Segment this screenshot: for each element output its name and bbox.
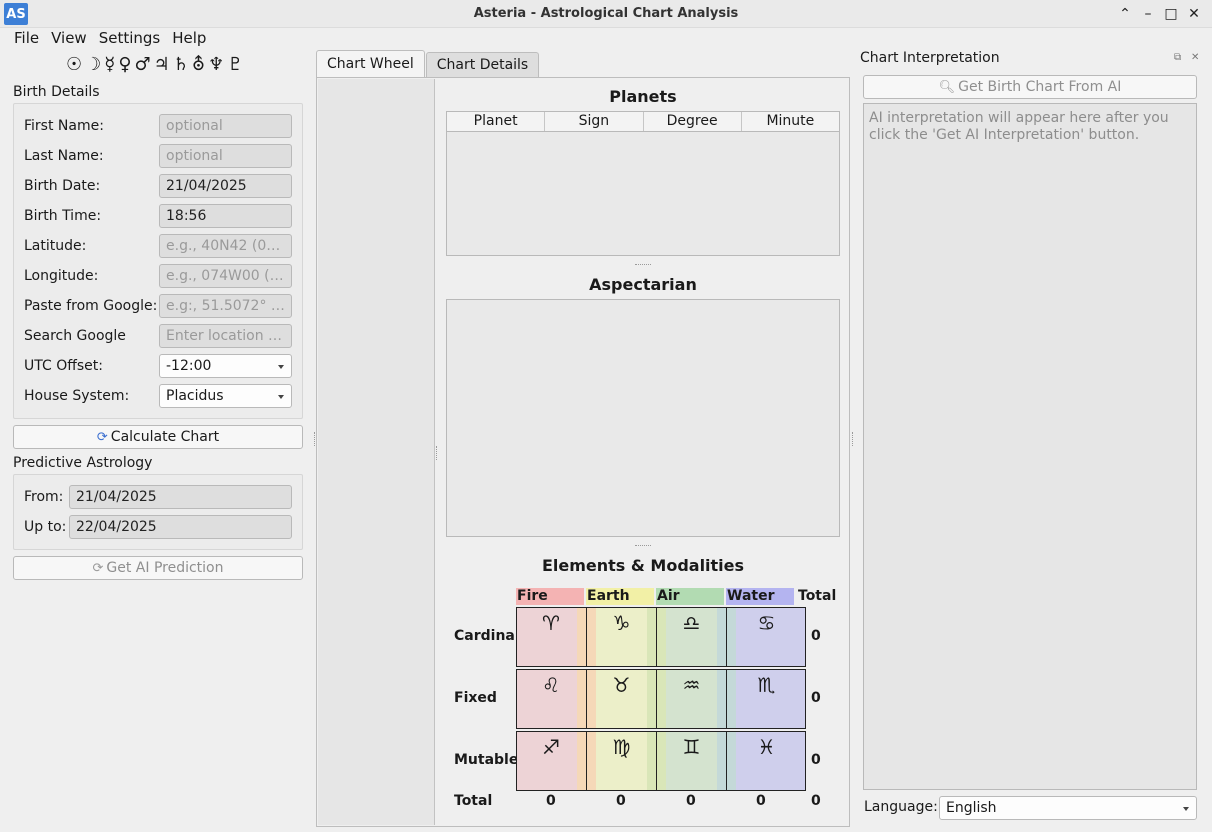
mutable-label: Mutable <box>454 752 519 768</box>
planet-glyphs: ☉☽☿♀♂♃♄⛢♆♇ <box>66 54 247 75</box>
earth-header: Earth <box>586 588 654 605</box>
search-google-label: Search Google <box>24 328 126 344</box>
shade-button[interactable]: ⌃ <box>1114 3 1136 25</box>
aspectarian-title: Aspectarian <box>589 275 697 294</box>
cardinal-total: 0 <box>811 628 821 644</box>
upto-label: Up to: <box>24 519 67 535</box>
interpretation-text-area[interactable]: AI interpretation will appear here after… <box>863 103 1197 790</box>
menu-file[interactable]: File <box>8 28 45 50</box>
first-name-label: First Name: <box>24 118 104 134</box>
house-system-select[interactable]: Placidus <box>159 384 292 408</box>
water-total: 0 <box>756 793 766 809</box>
paste-google-input[interactable]: e.g:, 51.5072° N... <box>159 294 292 318</box>
air-total: 0 <box>686 793 696 809</box>
menu-settings[interactable]: Settings <box>93 28 167 50</box>
planets-splitter-handle[interactable] <box>635 264 651 266</box>
latitude-input[interactable]: e.g., 40N42 (0-9... <box>159 234 292 258</box>
chevron-down-icon <box>278 365 284 369</box>
minimize-button[interactable]: – <box>1137 3 1159 25</box>
planets-title: Planets <box>609 87 677 106</box>
title-bar: AS Asteria - Astrological Chart Analysis… <box>0 0 1212 28</box>
birth-time-label: Birth Time: <box>24 208 102 224</box>
fire-header: Fire <box>516 588 584 605</box>
right-splitter-handle[interactable] <box>852 432 855 446</box>
latitude-label: Latitude: <box>24 238 87 254</box>
first-name-input[interactable]: optional <box>159 114 292 138</box>
utc-offset-select[interactable]: -12:00 <box>159 354 292 378</box>
planets-table: Planet Sign Degree Minute <box>446 111 840 256</box>
elements-title: Elements & Modalities <box>541 556 745 575</box>
aspectarian-grid <box>446 299 840 537</box>
window-title: Asteria - Astrological Chart Analysis <box>473 6 739 21</box>
column-header-degree[interactable]: Degree <box>644 112 742 131</box>
menu-bar: File View Settings Help <box>0 28 1212 50</box>
upto-date-input[interactable]: 22/04/2025 <box>69 515 292 539</box>
last-name-label: Last Name: <box>24 148 104 164</box>
total-header: Total <box>798 588 837 604</box>
air-header: Air <box>656 588 724 605</box>
fire-total: 0 <box>546 793 556 809</box>
last-name-input[interactable]: optional <box>159 144 292 168</box>
longitude-input[interactable]: e.g., 074W00 (0-... <box>159 264 292 288</box>
menu-view[interactable]: View <box>45 28 93 50</box>
float-dock-icon[interactable]: ⧉ <box>1174 52 1181 63</box>
mutable-row-border <box>516 731 806 791</box>
from-label: From: <box>24 489 64 505</box>
tab-chart-details[interactable]: Chart Details <box>425 52 540 78</box>
cardinal-label: Cardinal <box>454 628 520 644</box>
chevron-down-icon <box>1183 807 1189 811</box>
longitude-label: Longitude: <box>24 268 99 284</box>
column-header-sign[interactable]: Sign <box>545 112 644 131</box>
cardinal-row-border <box>516 607 806 667</box>
ai-prediction-button[interactable]: ⟳ Get AI Prediction <box>13 556 303 580</box>
birth-date-input[interactable]: 21/04/2025 <box>159 174 292 198</box>
tab-chart-wheel[interactable]: Chart Wheel <box>316 50 425 79</box>
birth-date-label: Birth Date: <box>24 178 101 194</box>
fixed-row-border <box>516 669 806 729</box>
maximize-button[interactable]: □ <box>1160 3 1182 25</box>
planets-table-header: Planet Sign Degree Minute <box>447 112 839 132</box>
fixed-total: 0 <box>811 690 821 706</box>
predictive-title: Predictive Astrology <box>13 455 153 471</box>
close-dock-icon[interactable]: ✕ <box>1191 52 1199 63</box>
menu-help[interactable]: Help <box>166 28 212 50</box>
calculate-chart-button[interactable]: ⟳ Calculate Chart <box>13 425 303 449</box>
birth-time-input[interactable]: 18:56 <box>159 204 292 228</box>
get-birth-chart-ai-button[interactable]: 🔍︎ Get Birth Chart From AI <box>863 75 1197 99</box>
search-icon: 🔍︎ <box>938 79 956 95</box>
wheel-splitter-handle[interactable] <box>436 446 439 460</box>
interpretation-title: Chart Interpretation <box>860 50 1000 66</box>
column-header-minute[interactable]: Minute <box>742 112 839 131</box>
water-header: Water <box>726 588 794 605</box>
close-button[interactable]: ✕ <box>1183 3 1205 25</box>
utc-offset-label: UTC Offset: <box>24 358 103 374</box>
earth-total: 0 <box>616 793 626 809</box>
chart-wheel-area <box>318 79 435 825</box>
aspectarian-splitter-handle[interactable] <box>635 545 651 547</box>
totals-label: Total <box>454 793 493 809</box>
refresh-icon: ⟳ <box>96 429 108 445</box>
grand-total: 0 <box>811 793 821 809</box>
search-google-input[interactable]: Enter location a... <box>159 324 292 348</box>
column-header-planet[interactable]: Planet <box>447 112 546 131</box>
language-select[interactable]: English <box>939 796 1197 820</box>
language-label: Language: <box>864 799 938 815</box>
from-date-input[interactable]: 21/04/2025 <box>69 485 292 509</box>
chevron-down-icon <box>278 395 284 399</box>
fixed-label: Fixed <box>454 690 497 706</box>
tab-bar: Chart Wheel Chart Details <box>316 50 540 79</box>
house-system-label: House System: <box>24 388 130 404</box>
refresh-icon: ⟳ <box>92 560 104 576</box>
paste-google-label: Paste from Google: <box>24 298 158 314</box>
mutable-total: 0 <box>811 752 821 768</box>
birth-details-title: Birth Details <box>13 84 100 100</box>
